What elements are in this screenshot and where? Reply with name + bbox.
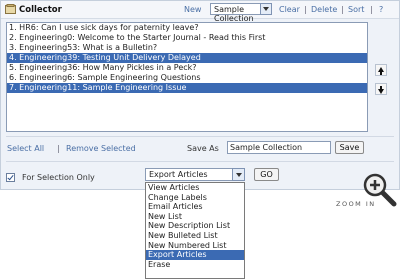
arrow-up-stem (380, 72, 382, 75)
list-item-text: 2. Engineering0: Welcome to the Starter … (9, 33, 266, 42)
zoom-in-label: ZOOM IN (336, 200, 376, 208)
list-item-text: 4. Engineering39: Testing Unit Delivery … (9, 53, 201, 62)
window-title: Collector (19, 5, 62, 15)
action-select-value: Export Articles (149, 170, 208, 179)
dropdown-option[interactable]: Erase (146, 260, 244, 270)
divider (6, 136, 394, 137)
list-item-text: 3. Engineering53: What is a Bulletin? (9, 43, 158, 52)
dropdown-option[interactable]: View Articles (146, 183, 244, 193)
separator: | (304, 5, 307, 14)
dropdown-option[interactable]: Email Articles (146, 202, 244, 212)
new-link[interactable]: New (184, 5, 201, 14)
for-selection-only-label: For Selection Only (22, 173, 95, 182)
sort-link[interactable]: Sort (348, 5, 364, 14)
list-item[interactable]: 4. Engineering39: Testing Unit Delivery … (7, 53, 367, 63)
collector-icon (5, 4, 16, 14)
chevron-down-icon[interactable] (260, 3, 272, 15)
list-item-text: 5. Engineering36: How Many Pickles in a … (9, 63, 197, 72)
dropdown-option[interactable]: Change Labels (146, 193, 244, 203)
select-all-link[interactable]: Select All (7, 144, 44, 153)
list-item[interactable]: 6. Engineering6: Sample Engineering Ques… (7, 73, 367, 83)
separator: | (57, 144, 60, 153)
collection-listbox[interactable]: 1. HR6: Can I use sick days for paternit… (6, 22, 368, 132)
list-item-text: 7. Engineering11: Sample Engineering Iss… (9, 83, 187, 92)
save-as-input[interactable]: Sample Collection (227, 141, 331, 154)
title-bar: Collector New Sample Collection Clear | … (1, 1, 399, 23)
divider (6, 161, 394, 162)
for-selection-only-checkbox[interactable] (6, 173, 15, 182)
remove-selected-link[interactable]: Remove Selected (66, 144, 136, 153)
dropdown-option-label: Email Articles (148, 202, 203, 212)
dropdown-option-label: New Description List (148, 221, 231, 231)
save-as-label: Save As (187, 144, 219, 153)
help-link[interactable]: ? (379, 5, 383, 14)
dropdown-option-label: New List (148, 211, 182, 221)
dropdown-option-label: New Bulleted List (148, 230, 218, 240)
dropdown-option-label: Change Labels (148, 192, 207, 202)
dropdown-option-label: Export Articles (148, 250, 207, 260)
delete-link[interactable]: Delete (311, 5, 337, 14)
move-up-button[interactable] (375, 64, 387, 76)
action-select[interactable]: Export Articles (145, 168, 245, 181)
list-item[interactable]: 7. Engineering11: Sample Engineering Iss… (7, 83, 367, 93)
collector-window: Collector New Sample Collection Clear | … (0, 0, 400, 190)
collection-select-value: Sample Collection (214, 5, 254, 23)
separator: | (370, 5, 373, 14)
list-item-text: 6. Engineering6: Sample Engineering Ques… (9, 73, 201, 82)
dropdown-option[interactable]: New List (146, 212, 244, 222)
list-item[interactable]: 3. Engineering53: What is a Bulletin? (7, 43, 367, 53)
action-dropdown-list[interactable]: View Articles Change Labels Email Articl… (145, 182, 245, 279)
dropdown-option[interactable]: New Description List (146, 221, 244, 231)
move-down-button[interactable] (375, 83, 387, 95)
list-item[interactable]: 1. HR6: Can I use sick days for paternit… (7, 23, 367, 33)
dropdown-option-label: New Numbered List (148, 240, 227, 250)
dropdown-option[interactable]: Export Articles (146, 250, 244, 260)
chevron-down-icon[interactable] (232, 168, 245, 181)
save-button[interactable]: Save (335, 141, 364, 154)
list-item-text: 1. HR6: Can I use sick days for paternit… (9, 23, 199, 32)
list-item[interactable]: 5. Engineering36: How Many Pickles in a … (7, 63, 367, 73)
dropdown-option[interactable]: New Bulleted List (146, 231, 244, 241)
dropdown-option[interactable]: New Numbered List (146, 241, 244, 251)
arrow-down-icon (378, 89, 384, 94)
list-item[interactable]: 2. Engineering0: Welcome to the Starter … (7, 33, 367, 43)
separator: | (341, 5, 344, 14)
go-button[interactable]: GO (254, 168, 279, 181)
dropdown-option-label: Erase (148, 259, 171, 269)
clear-link[interactable]: Clear (279, 5, 300, 14)
arrow-down-stem (380, 86, 382, 89)
dropdown-option-label: View Articles (148, 183, 200, 192)
